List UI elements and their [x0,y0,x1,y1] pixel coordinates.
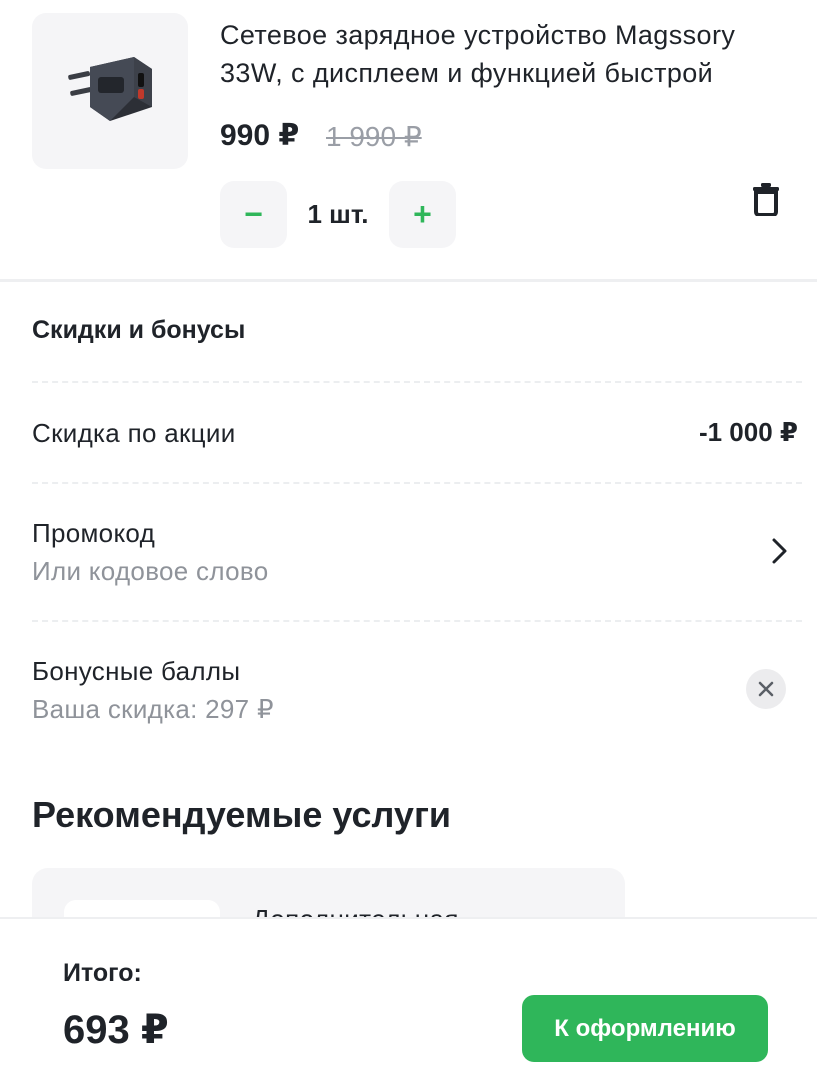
dashed-divider [32,482,802,484]
trash-icon[interactable] [751,182,781,216]
promo-discount-value: -1 000 ₽ [698,417,798,447]
close-icon [758,681,774,697]
product-image[interactable] [32,13,188,169]
cart-item: Сетевое зарядное устройство Magssory 33W… [0,0,817,280]
product-old-price: 1 990 ₽ [326,121,422,152]
dashed-divider [32,381,802,383]
recommended-title: Рекомендуемые услуги [32,794,452,835]
checkout-button[interactable]: К оформлению [522,995,768,1062]
section-divider [0,279,817,282]
product-title[interactable]: Сетевое зарядное устройство Magssory 33W… [220,16,790,92]
checkout-footer: Итого: 693 ₽ К оформлению [0,917,817,1090]
quantity-increase-button[interactable]: + [389,181,456,248]
product-price: 990 ₽ [220,119,300,152]
total-label: Итого: [63,959,142,987]
bonus-sublabel: Ваша скидка: 297 ₽ [32,694,274,724]
bonus-label: Бонусные баллы [32,656,241,686]
dashed-divider [32,620,802,622]
chevron-right-icon[interactable] [768,536,790,566]
promocode-sublabel: Или кодовое слово [32,556,269,586]
promocode-label: Промокод [32,518,156,548]
quantity-decrease-button[interactable]: − [220,181,287,248]
promocode-row[interactable] [0,490,817,615]
total-value: 693 ₽ [63,1008,169,1052]
bonus-remove-button[interactable] [746,669,786,709]
promo-discount-label: Скидка по акции [32,418,236,448]
discounts-title: Скидки и бонусы [32,316,246,344]
quantity-value: 1 шт. [307,199,369,229]
charger-image [68,57,152,121]
